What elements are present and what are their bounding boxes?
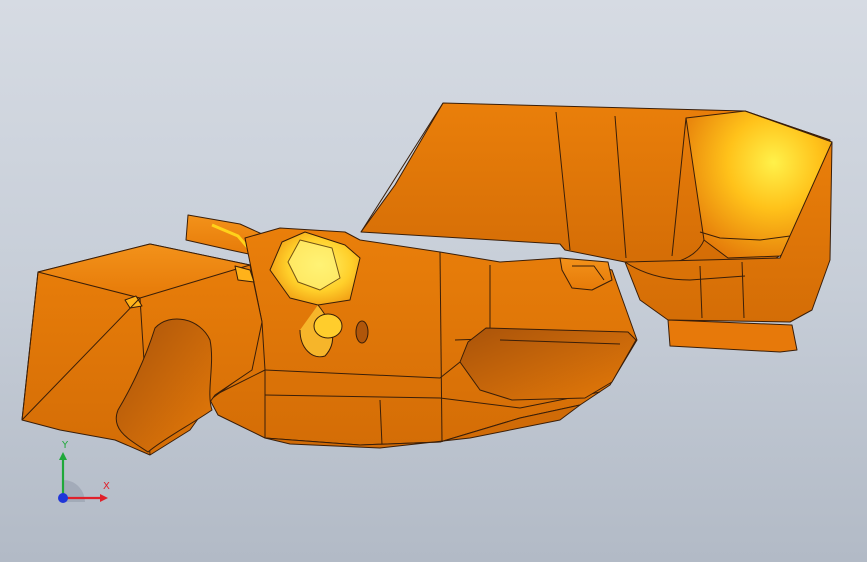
axis-triad: X Y	[44, 438, 114, 508]
3d-part-model[interactable]	[0, 0, 867, 562]
axis-y-label: Y	[62, 440, 69, 451]
axis-triad-graphic	[58, 452, 108, 503]
graphics-viewport[interactable]: X Y	[0, 0, 867, 562]
pin-hole	[355, 320, 369, 344]
axis-x-label: X	[103, 481, 110, 492]
side-slot-opening	[459, 327, 637, 401]
